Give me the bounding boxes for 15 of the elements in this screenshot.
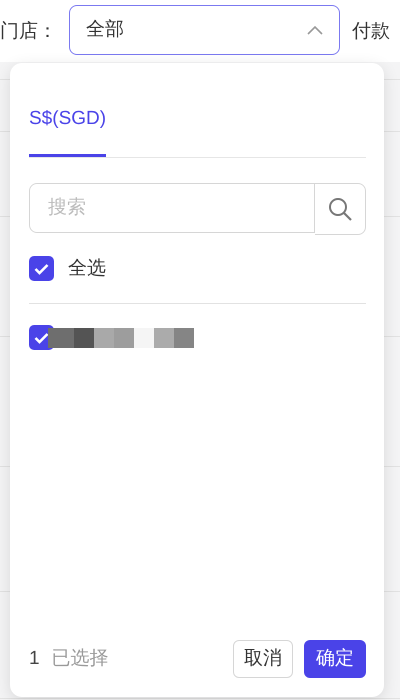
store-select[interactable]: 全部 <box>69 5 340 55</box>
store-label: 门店： <box>0 20 57 44</box>
cancel-button[interactable]: 取消 <box>233 640 293 678</box>
select-all-label: 全选 <box>68 256 106 280</box>
payment-label: 付款 <box>352 20 390 44</box>
search-icon <box>328 196 352 220</box>
search-field[interactable]: 搜索 <box>29 182 315 232</box>
search-button[interactable] <box>315 182 366 234</box>
selected-count: 1 <box>29 646 40 671</box>
confirm-button[interactable]: 确定 <box>304 640 366 678</box>
selected-count-label: 已选择 <box>52 646 109 671</box>
check-icon <box>34 332 49 344</box>
checkbox[interactable] <box>29 256 54 282</box>
check-icon <box>34 262 49 275</box>
currency-tab[interactable]: S$(SGD) <box>29 63 106 156</box>
